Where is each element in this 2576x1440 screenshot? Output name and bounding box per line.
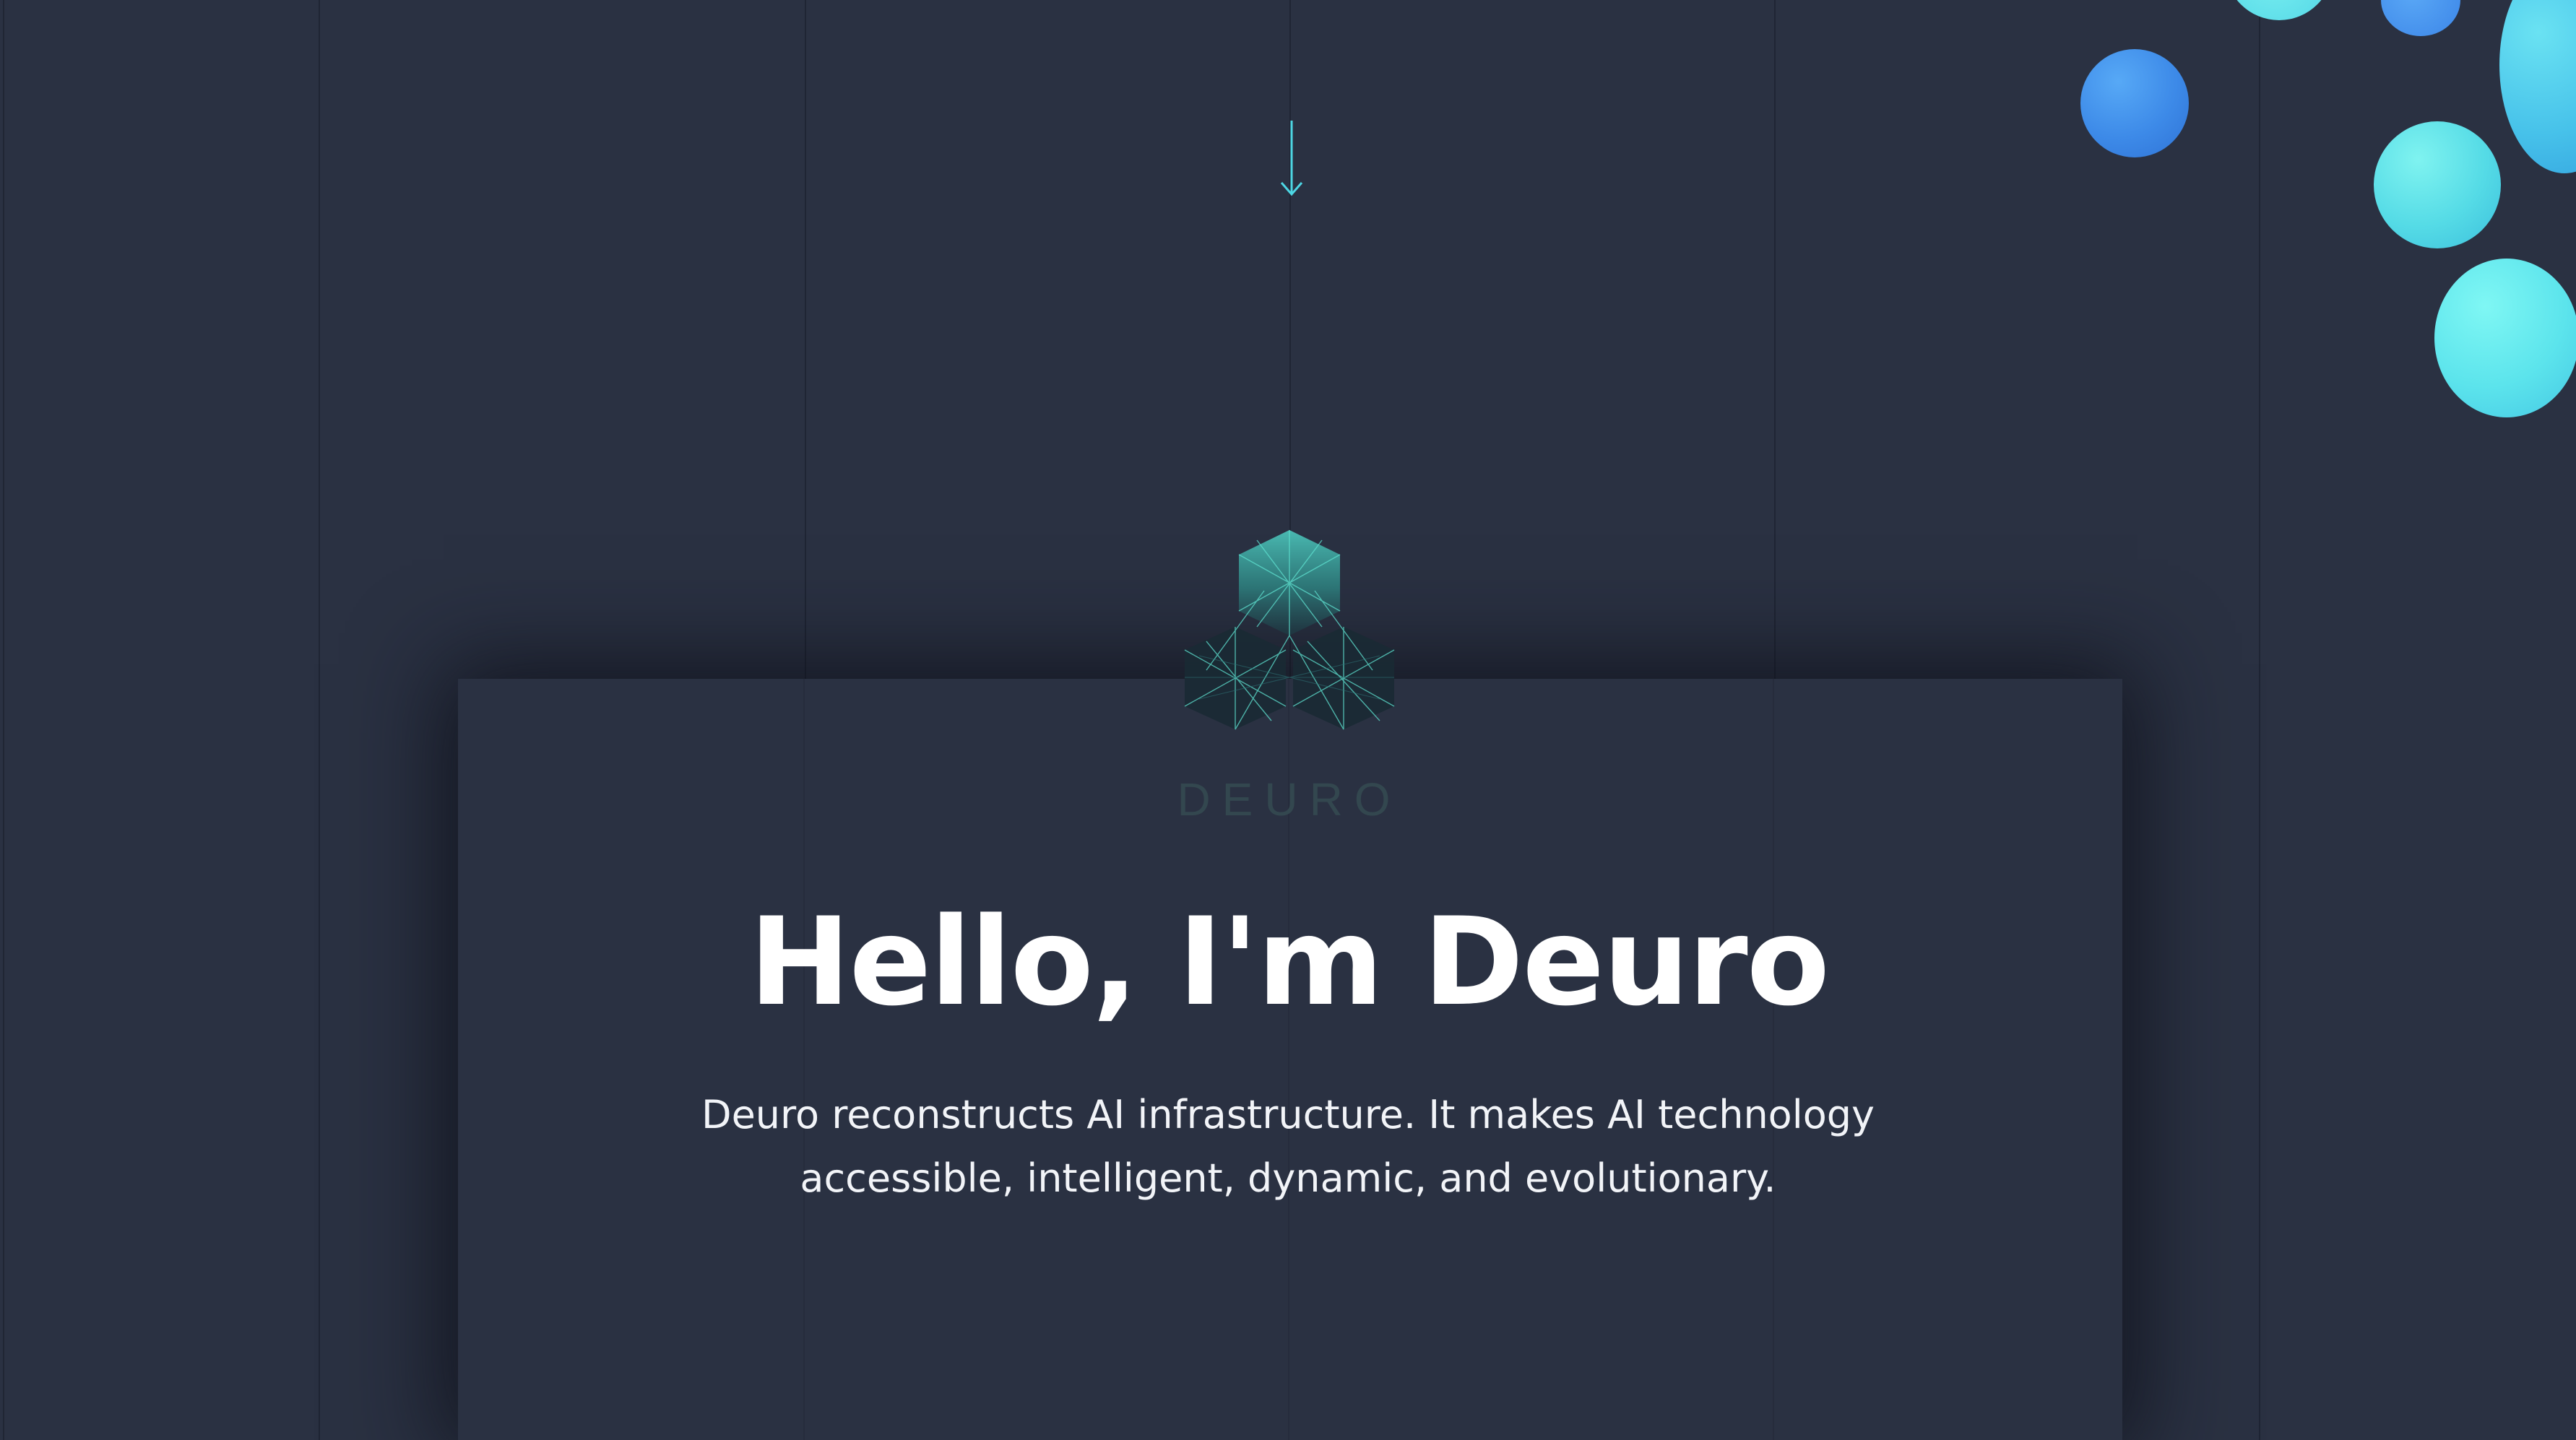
card-grid-line <box>1773 679 1774 1440</box>
decorative-bubble <box>2434 259 2576 417</box>
decorative-bubble <box>2080 49 2189 157</box>
decorative-bubble <box>2374 121 2501 248</box>
page: DEURO Hello, I'm Deuro Deuro reconstruct… <box>0 0 2576 1440</box>
hero-description: Deuro reconstructs AI infrastructure. It… <box>701 1092 1875 1201</box>
logo-wordmark: DEURO <box>1177 773 1402 825</box>
grid-line <box>319 0 320 1440</box>
decorative-bubble <box>2225 0 2333 20</box>
decorative-bubble <box>2499 0 2576 173</box>
arrow-down-icon[interactable] <box>1271 119 1312 199</box>
grid-line <box>2259 0 2260 1440</box>
decorative-bubble <box>2381 0 2460 36</box>
hero-title: Hello, I'm Deuro <box>748 891 1830 1033</box>
card-grid-line <box>803 679 805 1440</box>
grid-line <box>3 0 4 1440</box>
